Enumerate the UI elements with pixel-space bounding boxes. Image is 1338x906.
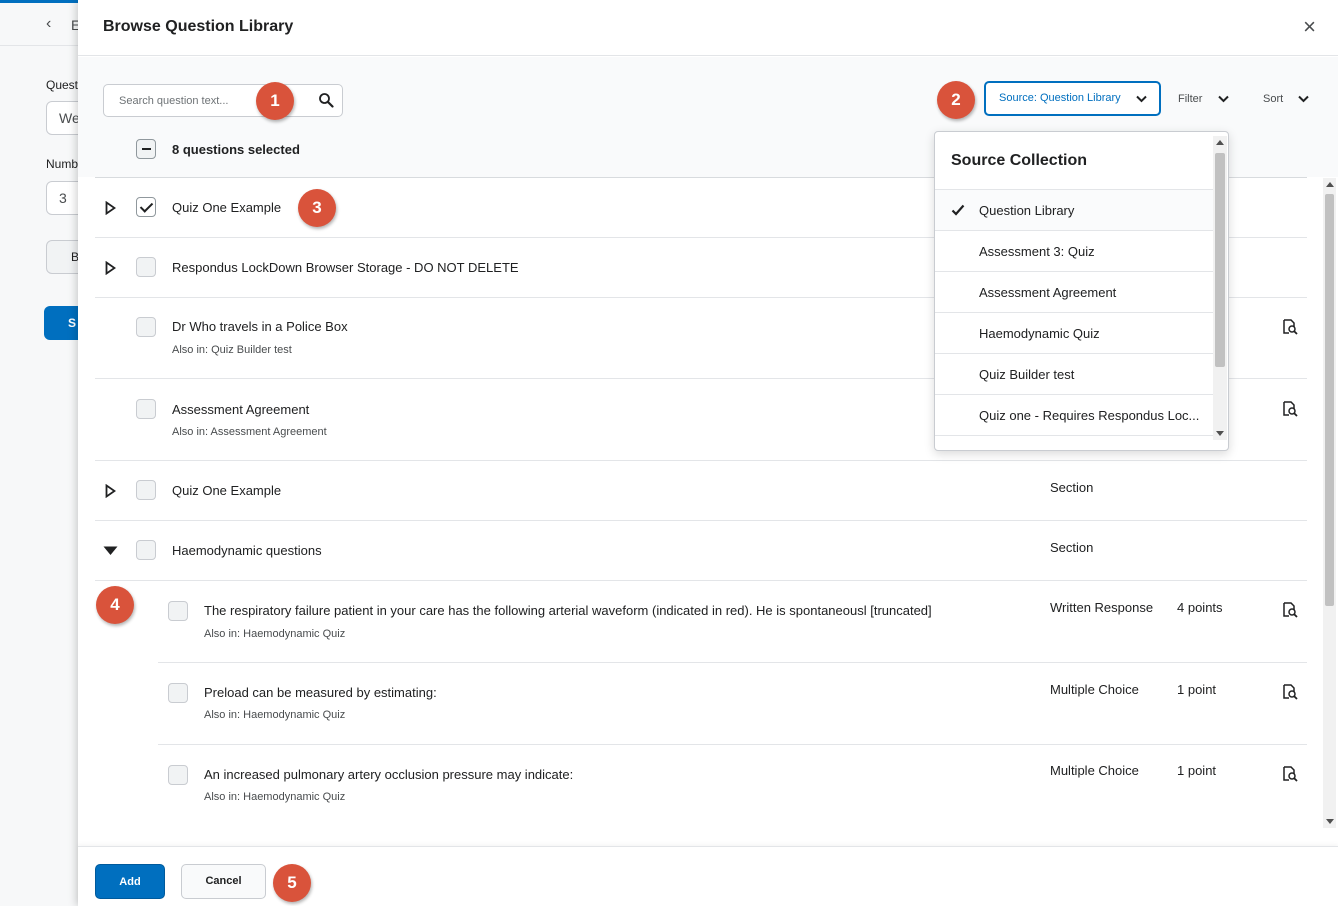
row-type: Written Response (1050, 600, 1154, 615)
dropdown-item-assessment-agreement[interactable]: Assessment Agreement (935, 272, 1213, 313)
add-button[interactable]: Add (95, 864, 165, 899)
list-item[interactable]: Quiz One Example Section (95, 461, 1307, 521)
row-checkbox[interactable] (136, 317, 156, 337)
scroll-up-icon[interactable] (1216, 140, 1224, 145)
list-item[interactable]: The respiratory failure patient in your … (158, 581, 1307, 663)
row-type: Section (1050, 540, 1094, 555)
source-button-label: Source: Question Library (999, 92, 1121, 104)
scroll-thumb[interactable] (1325, 194, 1334, 606)
row-title: Quiz One Example (172, 483, 282, 498)
search-icon[interactable] (318, 92, 334, 108)
step-badge-5: 5 (273, 864, 311, 902)
dropdown-title: Source Collection (951, 152, 1088, 169)
dropdown-item-assessment-3-quiz[interactable]: Assessment 3: Quiz (935, 231, 1213, 272)
dropdown-item-quiz-one-respondus[interactable]: Quiz one - Requires Respondus Loc... (935, 395, 1213, 436)
dialog-footer: Add Cancel (78, 846, 1338, 906)
row-title: Respondus LockDown Browser Storage - DO … (172, 260, 519, 275)
close-icon[interactable]: × (1303, 16, 1316, 38)
sort-button[interactable]: Sort (1263, 93, 1309, 105)
dropdown-item-quiz-builder-test[interactable]: Quiz Builder test (935, 354, 1213, 395)
caret-right-icon[interactable] (105, 261, 116, 275)
dropdown-item-label: Haemodynamic Quiz (979, 326, 1100, 341)
row-title: Dr Who travels in a Police Box (172, 319, 348, 334)
preview-icon[interactable] (1282, 684, 1298, 700)
row-title: Haemodynamic questions (172, 543, 322, 558)
row-title: An increased pulmonary artery occlusion … (204, 767, 574, 782)
sort-button-label: Sort (1263, 93, 1284, 105)
scroll-down-icon[interactable] (1216, 431, 1224, 436)
row-checkbox[interactable] (168, 683, 188, 703)
dropdown-item-label: Assessment 3: Quiz (979, 244, 1095, 259)
row-checkbox[interactable] (168, 601, 188, 621)
row-checkbox[interactable] (136, 197, 156, 217)
dropdown-scrollbar[interactable] (1213, 136, 1227, 440)
scroll-thumb[interactable] (1215, 153, 1225, 367)
step-badge-4: 4 (96, 586, 134, 624)
preview-icon[interactable] (1282, 602, 1298, 618)
row-type: Multiple Choice (1050, 763, 1139, 778)
filter-button[interactable]: Filter (1178, 93, 1229, 105)
caret-down-icon[interactable] (103, 546, 118, 556)
row-type: Multiple Choice (1050, 682, 1139, 697)
dropdown-item-haemodynamic-quiz[interactable]: Haemodynamic Quiz (935, 313, 1213, 354)
browse-question-library-dialog: Browse Question Library × Source: Questi… (78, 0, 1338, 906)
search-box (103, 84, 343, 117)
checkmark-icon (951, 204, 965, 216)
row-title: The respiratory failure patient in your … (204, 603, 932, 618)
row-points: 1 point (1177, 763, 1217, 778)
back-chevron-icon[interactable]: ‹ (46, 15, 51, 33)
step-badge-1: 1 (256, 82, 294, 120)
row-points: 1 point (1177, 682, 1217, 697)
preview-icon[interactable] (1282, 401, 1298, 417)
step-badge-3: 3 (298, 189, 336, 227)
row-points: 4 points (1177, 600, 1223, 615)
row-checkbox[interactable] (136, 480, 156, 500)
row-checkbox[interactable] (136, 540, 156, 560)
row-also-in: Also in: Haemodynamic Quiz (204, 628, 346, 640)
background-divider (0, 45, 80, 46)
row-also-in: Also in: Haemodynamic Quiz (204, 791, 346, 803)
chevron-down-icon (1298, 95, 1309, 103)
row-title: Preload can be measured by estimating: (204, 685, 437, 700)
cancel-button[interactable]: Cancel (181, 864, 266, 899)
source-dropdown-button[interactable]: Source: Question Library (984, 81, 1161, 116)
step-badge-2: 2 (937, 81, 975, 119)
row-checkbox[interactable] (136, 257, 156, 277)
row-also-in: Also in: Haemodynamic Quiz (204, 709, 346, 721)
source-collection-dropdown: Source Collection Question Library Asses… (934, 131, 1229, 451)
select-all-checkbox[interactable] (136, 139, 156, 159)
row-also-in: Also in: Quiz Builder test (172, 344, 292, 356)
dialog-header: Browse Question Library × (78, 0, 1338, 56)
row-type: Section (1050, 480, 1094, 495)
row-title: Assessment Agreement (172, 402, 310, 417)
preview-icon[interactable] (1282, 766, 1298, 782)
list-scrollbar[interactable] (1323, 178, 1336, 828)
dropdown-item-question-library[interactable]: Question Library (935, 190, 1213, 231)
chevron-down-icon (1136, 95, 1147, 103)
row-checkbox[interactable] (136, 399, 156, 419)
preview-icon[interactable] (1282, 319, 1298, 335)
list-item[interactable]: Preload can be measured by estimating: A… (158, 663, 1307, 745)
dropdown-item-label: Quiz Builder test (979, 367, 1075, 382)
list-item[interactable]: Haemodynamic questions Section (95, 521, 1307, 581)
caret-right-icon[interactable] (105, 201, 116, 215)
selected-count: 8 questions selected (172, 142, 300, 157)
background-label-number: Numb (46, 157, 79, 171)
dropdown-item-label: Question Library (979, 203, 1075, 218)
row-title: Quiz One Example (172, 200, 282, 215)
background-label-question: Quest (46, 78, 79, 92)
background-accent-line (0, 0, 80, 3)
caret-right-icon[interactable] (105, 484, 116, 498)
scroll-up-icon[interactable] (1326, 182, 1334, 187)
dropdown-item-label: Assessment Agreement (979, 285, 1117, 300)
list-item[interactable]: An increased pulmonary artery occlusion … (158, 745, 1307, 827)
row-checkbox[interactable] (168, 765, 188, 785)
chevron-down-icon (1217, 95, 1229, 103)
dialog-title: Browse Question Library (103, 18, 294, 35)
scroll-down-icon[interactable] (1326, 819, 1334, 824)
row-also-in: Also in: Assessment Agreement (172, 426, 327, 438)
filter-button-label: Filter (1178, 93, 1203, 105)
dropdown-item-label: Quiz one - Requires Respondus Loc... (979, 408, 1200, 423)
